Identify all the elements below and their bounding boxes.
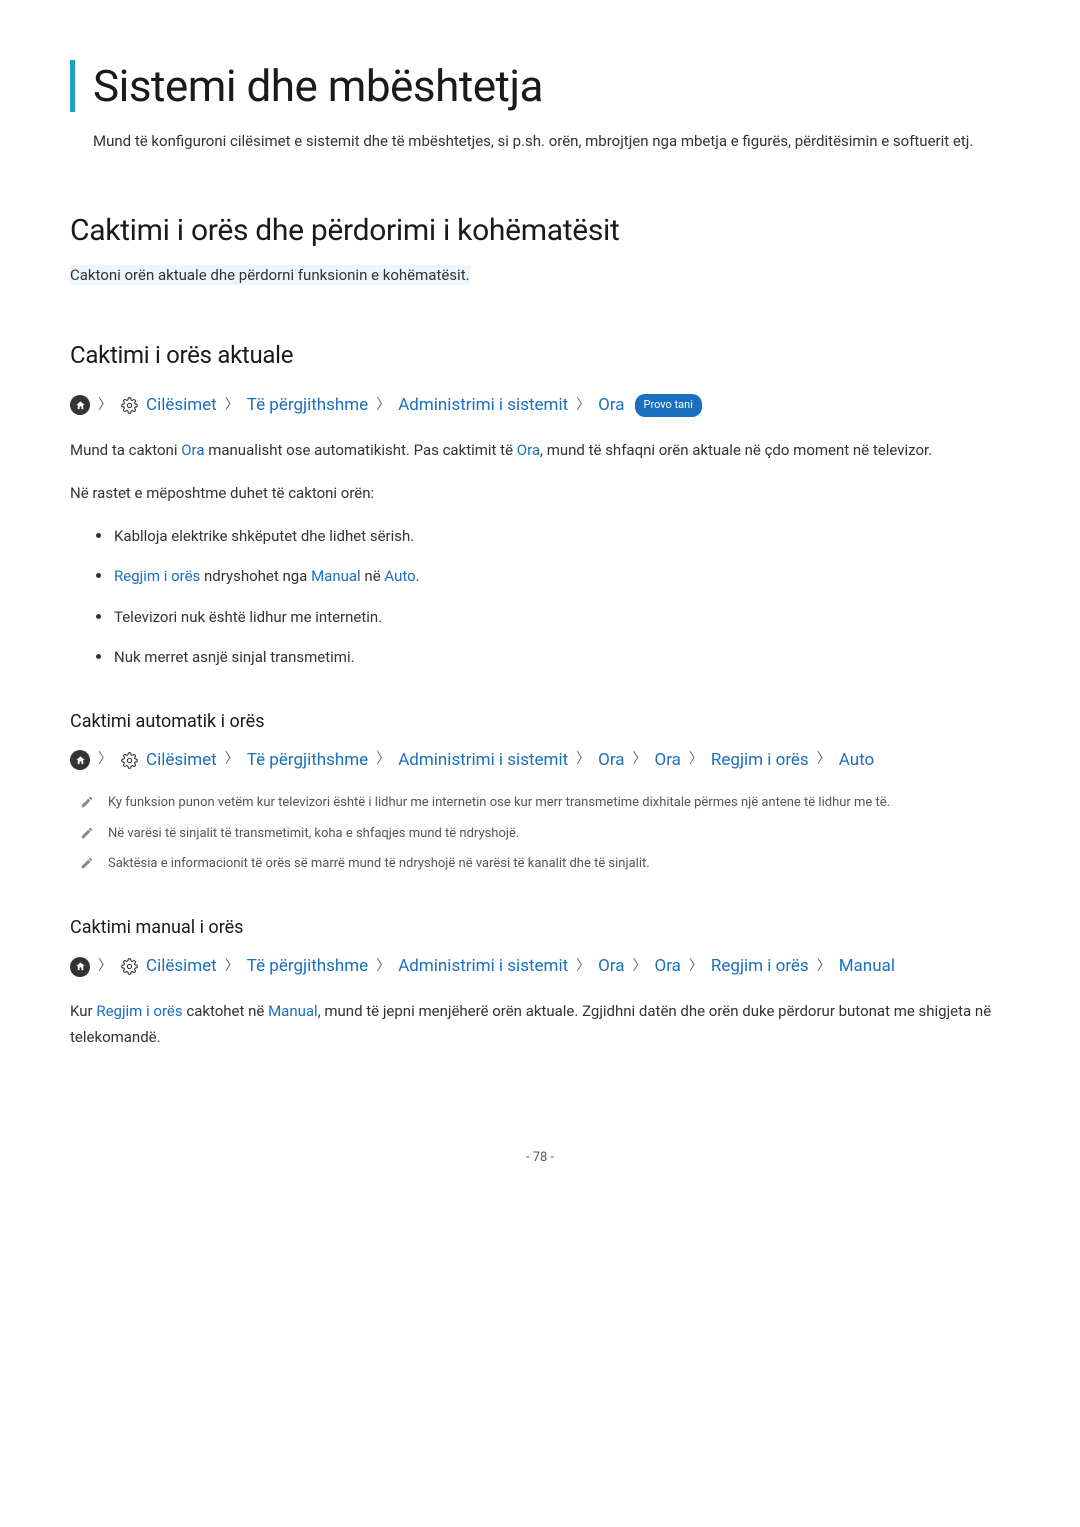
- section-subtitle: Caktoni orën aktuale dhe përdorni funksi…: [70, 265, 470, 285]
- list-item: Regjim i orës ndryshohet nga Manual në A…: [96, 565, 1010, 588]
- breadcrumb-link[interactable]: Cilësimet: [146, 746, 217, 775]
- note: Ky funksion punon vetëm kur televizori ë…: [80, 793, 1010, 814]
- list-item: Kablloja elektrike shkëputet dhe lidhet …: [96, 525, 1010, 548]
- chevron-right-icon: 〉: [225, 394, 239, 418]
- breadcrumb-link[interactable]: Auto: [839, 746, 874, 775]
- section-heading-manual: Caktimi manual i orës: [70, 917, 1010, 938]
- page-intro: Mund të konfiguroni cilësimet e sistemit…: [93, 130, 1010, 153]
- section-heading-current-time: Caktimi i orës aktuale: [70, 341, 1010, 369]
- home-icon[interactable]: [70, 957, 90, 977]
- chevron-right-icon: 〉: [576, 955, 590, 979]
- breadcrumb-manual: 〉 Cilësimet 〉 Të përgjithshme 〉 Administ…: [70, 952, 1010, 981]
- bullet-list: Kablloja elektrike shkëputet dhe lidhet …: [96, 525, 1010, 669]
- chevron-right-icon: 〉: [576, 748, 590, 772]
- breadcrumb-link[interactable]: Ora: [598, 391, 624, 420]
- paragraph: Kur Regjim i orës caktohet në Manual, mu…: [70, 999, 1010, 1050]
- section-heading-timer: Caktimi i orës dhe përdorimi i kohëmatës…: [70, 213, 1010, 248]
- breadcrumb-link[interactable]: Të përgjithshme: [247, 746, 368, 775]
- breadcrumb-link[interactable]: Ora: [598, 746, 624, 775]
- link-ora[interactable]: Ora: [517, 441, 540, 459]
- chevron-right-icon: 〉: [817, 955, 831, 979]
- chevron-right-icon: 〉: [98, 955, 112, 979]
- link-clock-mode[interactable]: Regjim i orës: [114, 567, 200, 585]
- paragraph: Mund ta caktoni Ora manualisht ose autom…: [70, 438, 1010, 464]
- chevron-right-icon: 〉: [689, 748, 703, 772]
- breadcrumb-link[interactable]: Regjim i orës: [711, 746, 809, 775]
- link-ora[interactable]: Ora: [181, 441, 204, 459]
- breadcrumb-link[interactable]: Ora: [655, 952, 681, 981]
- note-text: Në varësi të sinjalit të transmetimit, k…: [108, 824, 519, 845]
- breadcrumb-link[interactable]: Ora: [598, 952, 624, 981]
- page-number: - 78 -: [70, 1150, 1010, 1165]
- link-manual[interactable]: Manual: [268, 1002, 318, 1020]
- note: Në varësi të sinjalit të transmetimit, k…: [80, 824, 1010, 845]
- chevron-right-icon: 〉: [225, 748, 239, 772]
- link-manual[interactable]: Manual: [311, 567, 361, 585]
- breadcrumb-link[interactable]: Administrimi i sistemit: [398, 746, 568, 775]
- list-item: Nuk merret asnjë sinjal transmetimi.: [96, 646, 1010, 669]
- page-title: Sistemi dhe mbështetja: [70, 60, 1010, 112]
- breadcrumb-link[interactable]: Cilësimet: [146, 952, 217, 981]
- note-text: Ky funksion punon vetëm kur televizori ë…: [108, 793, 890, 814]
- pencil-icon: [80, 826, 94, 840]
- chevron-right-icon: 〉: [817, 748, 831, 772]
- chevron-right-icon: 〉: [225, 955, 239, 979]
- breadcrumb-link[interactable]: Manual: [839, 952, 895, 981]
- section-heading-auto: Caktimi automatik i orës: [70, 711, 1010, 732]
- breadcrumb-link[interactable]: Administrimi i sistemit: [398, 391, 568, 420]
- chevron-right-icon: 〉: [633, 748, 647, 772]
- breadcrumb-link[interactable]: Ora: [655, 746, 681, 775]
- link-clock-mode[interactable]: Regjim i orës: [96, 1002, 182, 1020]
- breadcrumb-current-time: 〉 Cilësimet 〉 Të përgjithshme 〉 Administ…: [70, 391, 1010, 420]
- chevron-right-icon: 〉: [376, 748, 390, 772]
- paragraph: Në rastet e mëposhtme duhet të caktoni o…: [70, 481, 1010, 507]
- note: Saktësia e informacionit të orës së marr…: [80, 854, 1010, 875]
- breadcrumb-link[interactable]: Cilësimet: [146, 391, 217, 420]
- pencil-icon: [80, 856, 94, 870]
- chevron-right-icon: 〉: [376, 394, 390, 418]
- breadcrumb-link[interactable]: Të përgjithshme: [247, 391, 368, 420]
- breadcrumb-link[interactable]: Regjim i orës: [711, 952, 809, 981]
- home-icon[interactable]: [70, 395, 90, 415]
- chevron-right-icon: 〉: [98, 394, 112, 418]
- breadcrumb-auto: 〉 Cilësimet 〉 Të përgjithshme 〉 Administ…: [70, 746, 1010, 775]
- chevron-right-icon: 〉: [633, 955, 647, 979]
- gear-icon[interactable]: [120, 958, 138, 976]
- chevron-right-icon: 〉: [576, 394, 590, 418]
- link-auto[interactable]: Auto: [384, 567, 415, 585]
- breadcrumb-link[interactable]: Administrimi i sistemit: [398, 952, 568, 981]
- gear-icon[interactable]: [120, 751, 138, 769]
- chevron-right-icon: 〉: [376, 955, 390, 979]
- try-now-badge[interactable]: Provo tani: [635, 394, 702, 417]
- gear-icon[interactable]: [120, 396, 138, 414]
- pencil-icon: [80, 795, 94, 809]
- chevron-right-icon: 〉: [98, 748, 112, 772]
- breadcrumb-link[interactable]: Të përgjithshme: [247, 952, 368, 981]
- note-text: Saktësia e informacionit të orës së marr…: [108, 854, 650, 875]
- list-item: Televizori nuk është lidhur me interneti…: [96, 606, 1010, 629]
- chevron-right-icon: 〉: [689, 955, 703, 979]
- home-icon[interactable]: [70, 750, 90, 770]
